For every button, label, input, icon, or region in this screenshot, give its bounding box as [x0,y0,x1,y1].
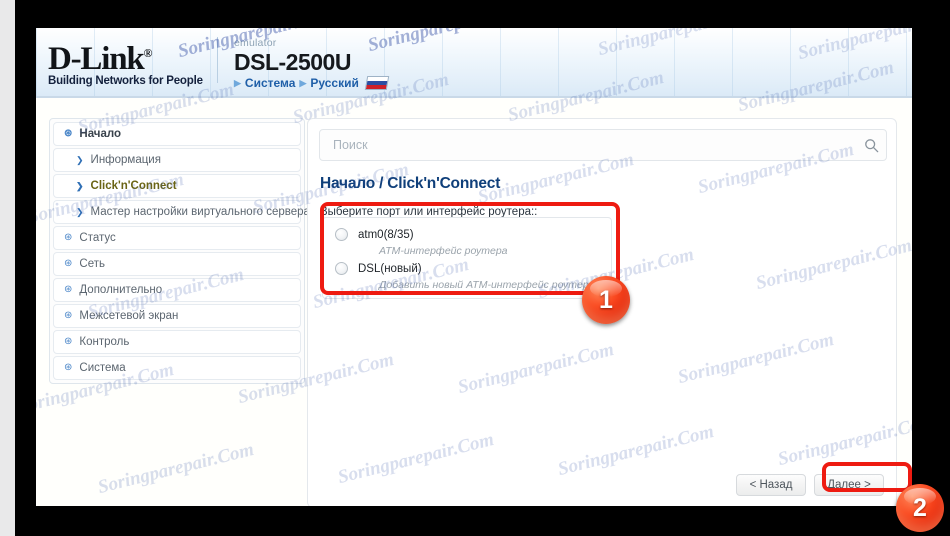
chevron-right-icon: ▶ [299,77,307,88]
brand-name: D-Link® [48,41,153,77]
model-name: DSL-2500U [234,49,351,75]
annotation-badge-2: 2 [896,484,944,532]
sidebar-item-3[interactable]: ❯ Click'n'Connect [53,174,301,198]
sidebar-item-1[interactable]: ⊛ Начало [53,122,301,146]
circle-collapse-icon: ⊛ [64,258,73,269]
sidebar-item-10[interactable]: ⊛ Система [53,356,301,380]
model-info: emulator DSL-2500U ▶ Система ▶ Русский [234,37,390,90]
header-links: ▶ Система ▶ Русский [234,76,390,90]
chevron-right-icon: ❯ [76,180,84,191]
page-body: ⊛ Начало ❯ Информация ❯ Click'n'Connect ❯ Масте… [36,98,912,506]
radio-option-label: DSL(новый) [358,262,422,275]
sidebar-item-label: Контроль [79,336,130,348]
header-divider [217,37,218,83]
radio-option-2[interactable]: DSL(новый) [323,260,611,277]
screenshot-root: D-Link® Building Networks for People emu… [0,0,950,536]
radio-option-description: ATM-интерфейс роутера [379,245,508,257]
search-icon[interactable] [856,130,886,160]
sidebar-item-label: Дополнительно [79,284,163,296]
radio-option-1[interactable]: atm0(8/35) [323,226,611,243]
brand-tagline: Building Networks for People [48,75,203,87]
header-link-language[interactable]: Русский [310,76,359,90]
search-box[interactable] [319,129,887,161]
circle-collapse-icon: ⊛ [64,232,73,243]
sidebar-item-label: Начало [79,128,122,140]
wizard-button-row: < Назад Далее > [736,474,884,496]
annotation-badge-1: 1 [582,276,630,324]
sidebar-item-label: Информация [90,154,161,166]
radio-option-label: atm0(8/35) [358,228,414,241]
registered-trademark-icon: ® [143,46,153,60]
chevron-right-icon: ❯ [76,154,84,165]
sidebar-item-label: Статус [79,232,116,244]
ru-flag-icon [364,76,390,90]
page-title: Начало / Click'n'Connect [320,175,501,192]
sidebar-item-6[interactable]: ⊛ Сеть [53,252,301,276]
sidebar-item-label: Сеть [79,258,105,270]
sidebar-item-label: Click'n'Connect [90,180,177,192]
next-button[interactable]: Далее > [814,474,884,496]
circle-collapse-icon: ⊛ [64,336,73,347]
sidebar-item-9[interactable]: ⊛ Контроль [53,330,301,354]
sidebar-item-label: Мастер настройки виртуального сервера [90,206,310,218]
interface-radio-group: atm0(8/35) ATM-интерфейс роутера DSL(новый… [322,217,612,299]
radio-button-icon[interactable] [335,228,348,241]
sidebar-item-2[interactable]: ❯ Информация [53,148,301,172]
header-link-system[interactable]: Система [245,76,296,90]
radio-option-description: Добавить новый ATM-интерфейс роутера [379,279,595,291]
circle-collapse-icon: ⊛ [64,362,73,373]
chevron-right-icon: ❯ [76,206,84,217]
sidebar-item-label: Межсетевой экран [79,310,179,322]
router-admin-page: D-Link® Building Networks for People emu… [36,28,912,506]
sidebar-item-8[interactable]: ⊛ Межсетевой экран [53,304,301,328]
circle-collapse-icon: ⊛ [64,128,73,139]
page-header: D-Link® Building Networks for People emu… [36,28,912,96]
radio-button-icon[interactable] [335,262,348,275]
sidebar-item-4[interactable]: ❯ Мастер настройки виртуального сервера [53,200,310,224]
sidebar-menu: ⊛ Начало ❯ Информация ❯ Click'n'Connect ❯ Масте… [49,118,310,384]
window-frame-strip [0,0,15,536]
emulator-label: emulator [234,37,277,49]
circle-collapse-icon: ⊛ [64,284,73,295]
sidebar-item-7[interactable]: ⊛ Дополнительно [53,278,301,302]
brand-logo[interactable]: D-Link® Building Networks for People [48,35,208,87]
chevron-right-icon: ▶ [234,77,241,88]
sidebar-item-5[interactable]: ⊛ Статус [53,226,301,250]
circle-collapse-icon: ⊛ [64,310,73,321]
back-button[interactable]: < Назад [736,474,806,496]
search-input[interactable] [320,137,856,153]
sidebar-item-label: Система [79,362,126,374]
